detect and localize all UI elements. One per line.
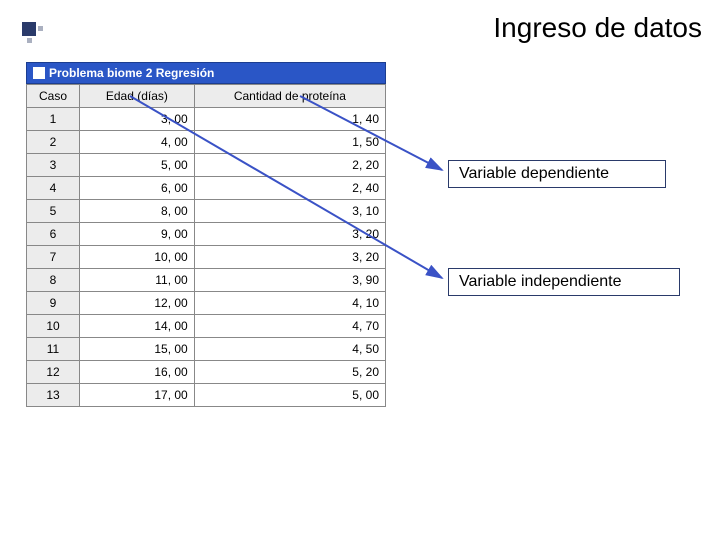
- cell-caso: 11: [27, 338, 80, 361]
- table-row: 24, 001, 50: [27, 131, 386, 154]
- table-row: 912, 004, 10: [27, 292, 386, 315]
- window-title-bar: Problema biome 2 Regresión: [26, 62, 386, 84]
- cell-edad: 3, 00: [80, 108, 195, 131]
- table-row: 46, 002, 40: [27, 177, 386, 200]
- table-row: 1317, 005, 00: [27, 384, 386, 407]
- cell-caso: 6: [27, 223, 80, 246]
- data-table: Caso Edad (días) Cantidad de proteína 13…: [26, 84, 386, 407]
- cell-edad: 11, 00: [80, 269, 195, 292]
- cell-edad: 8, 00: [80, 200, 195, 223]
- cell-caso: 8: [27, 269, 80, 292]
- cell-prot: 1, 50: [194, 131, 385, 154]
- window-title-text: Problema biome 2 Regresión: [49, 66, 214, 80]
- annotation-independent: Variable independiente: [448, 268, 680, 296]
- cell-prot: 3, 90: [194, 269, 385, 292]
- cell-edad: 17, 00: [80, 384, 195, 407]
- table-row: 35, 002, 20: [27, 154, 386, 177]
- col-prot-header: Cantidad de proteína: [194, 85, 385, 108]
- cell-caso: 5: [27, 200, 80, 223]
- cell-edad: 5, 00: [80, 154, 195, 177]
- cell-caso: 3: [27, 154, 80, 177]
- cell-edad: 10, 00: [80, 246, 195, 269]
- table-header-row: Caso Edad (días) Cantidad de proteína: [27, 85, 386, 108]
- cell-edad: 16, 00: [80, 361, 195, 384]
- slide-bullet-icon: [22, 22, 36, 36]
- table-row: 811, 003, 90: [27, 269, 386, 292]
- cell-caso: 12: [27, 361, 80, 384]
- cell-prot: 4, 50: [194, 338, 385, 361]
- table-row: 13, 001, 40: [27, 108, 386, 131]
- page-title: Ingreso de datos: [493, 12, 702, 44]
- cell-prot: 3, 20: [194, 246, 385, 269]
- table-row: 58, 003, 10: [27, 200, 386, 223]
- cell-edad: 12, 00: [80, 292, 195, 315]
- cell-prot: 3, 10: [194, 200, 385, 223]
- cell-caso: 7: [27, 246, 80, 269]
- cell-prot: 3, 20: [194, 223, 385, 246]
- cell-prot: 4, 70: [194, 315, 385, 338]
- cell-caso: 1: [27, 108, 80, 131]
- table-row: 1014, 004, 70: [27, 315, 386, 338]
- annotation-dependent: Variable dependiente: [448, 160, 666, 188]
- table-row: 1216, 005, 20: [27, 361, 386, 384]
- cell-edad: 6, 00: [80, 177, 195, 200]
- cell-caso: 9: [27, 292, 80, 315]
- cell-caso: 10: [27, 315, 80, 338]
- cell-edad: 9, 00: [80, 223, 195, 246]
- cell-prot: 1, 40: [194, 108, 385, 131]
- cell-prot: 5, 00: [194, 384, 385, 407]
- cell-prot: 4, 10: [194, 292, 385, 315]
- cell-prot: 2, 20: [194, 154, 385, 177]
- col-edad-header: Edad (días): [80, 85, 195, 108]
- cell-caso: 13: [27, 384, 80, 407]
- cell-edad: 14, 00: [80, 315, 195, 338]
- cell-edad: 15, 00: [80, 338, 195, 361]
- cell-edad: 4, 00: [80, 131, 195, 154]
- table-row: 1115, 004, 50: [27, 338, 386, 361]
- table-row: 710, 003, 20: [27, 246, 386, 269]
- cell-prot: 5, 20: [194, 361, 385, 384]
- cell-prot: 2, 40: [194, 177, 385, 200]
- cell-caso: 4: [27, 177, 80, 200]
- app-icon: [33, 67, 45, 79]
- table-row: 69, 003, 20: [27, 223, 386, 246]
- col-caso-header: Caso: [27, 85, 80, 108]
- data-window: Problema biome 2 Regresión Caso Edad (dí…: [26, 62, 386, 407]
- cell-caso: 2: [27, 131, 80, 154]
